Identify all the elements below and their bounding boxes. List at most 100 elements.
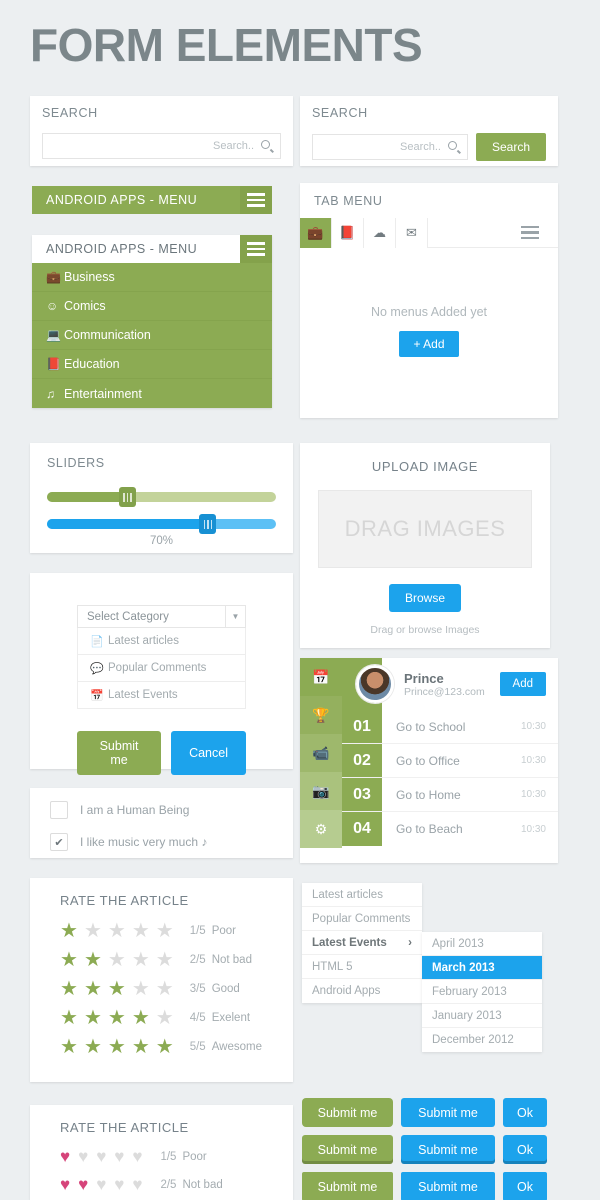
heart-rating-row[interactable]: ♥ ♥ ♥ ♥ ♥ 2/5 Not bad (60, 1176, 263, 1193)
hamburger-icon[interactable] (240, 186, 272, 214)
ok-button[interactable]: Ok (503, 1172, 547, 1200)
menu-item-business[interactable]: 💼 Business (32, 263, 272, 292)
select-option-latest-articles[interactable]: 📄 Latest articles (77, 628, 246, 655)
star-icon[interactable]: ★ (108, 921, 126, 941)
heart-icon[interactable]: ♥ (96, 1148, 106, 1165)
star-icon[interactable]: ★ (84, 1037, 102, 1057)
android-menu-header-2[interactable]: ANDROID APPS - MENU (32, 235, 272, 263)
star-icon[interactable]: ★ (132, 979, 150, 999)
star-icon[interactable]: ★ (156, 979, 174, 999)
task-row[interactable]: 04 Go to Beach 10:30 (342, 812, 558, 846)
submit-me-button[interactable]: Submit me (302, 1098, 393, 1127)
dropdown-item-latest-events[interactable]: Latest Events › (302, 931, 422, 955)
ok-button[interactable]: Ok (503, 1098, 547, 1127)
submenu-item-march-2013[interactable]: March 2013 (422, 956, 542, 980)
heart-icon[interactable]: ♥ (114, 1148, 124, 1165)
add-contact-button[interactable]: Add (499, 672, 546, 696)
dropdown-item-popular-comments[interactable]: Popular Comments (302, 907, 422, 931)
submit-me-button[interactable]: Submit me (77, 731, 162, 775)
ok-button[interactable]: Ok (503, 1135, 547, 1164)
star-icon[interactable]: ★ (108, 950, 126, 970)
tab-cloud-upload[interactable]: ☁ (364, 218, 396, 248)
star-icon[interactable]: ★ (132, 1008, 150, 1028)
drop-zone[interactable]: DRAG IMAGES (318, 490, 532, 568)
submenu-item-april-2013[interactable]: April 2013 (422, 932, 542, 956)
dropdown-item-android-apps[interactable]: Android Apps (302, 979, 422, 1003)
heart-icon[interactable]: ♥ (78, 1148, 88, 1165)
browse-button[interactable]: Browse (388, 584, 461, 612)
checkbox-music[interactable]: ✔ (50, 833, 68, 851)
select-option-latest-events[interactable]: 📅 Latest Events (77, 682, 246, 709)
star-icon[interactable]: ★ (84, 950, 102, 970)
star-rating-row[interactable]: ★ ★ ★ ★ ★ 5/5 Awesome (60, 1037, 263, 1057)
heart-icon[interactable]: ♥ (60, 1176, 70, 1193)
star-icon[interactable]: ★ (60, 950, 78, 970)
submit-me-button[interactable]: Submit me (302, 1135, 393, 1164)
trophy-icon[interactable]: 🏆 (300, 696, 342, 734)
search-icon[interactable] (261, 139, 274, 153)
add-button[interactable]: + Add (399, 330, 459, 357)
search-icon-2[interactable] (447, 140, 461, 154)
task-row[interactable]: 03 Go to Home 10:30 (342, 778, 558, 812)
hamburger-icon-2[interactable] (240, 235, 272, 263)
dropdown-item-latest-articles[interactable]: Latest articles (302, 883, 422, 907)
slider-blue-handle[interactable] (199, 514, 217, 534)
checkbox-row-music[interactable]: ✔ I like music very much ♪ (50, 833, 273, 851)
star-icon[interactable]: ★ (156, 921, 174, 941)
hamburger-icon-3[interactable] (514, 219, 546, 247)
video-camera-icon[interactable]: 📹 (300, 734, 342, 772)
calendar-icon[interactable]: 📅 (300, 658, 342, 696)
star-icon[interactable]: ★ (108, 1037, 126, 1057)
star-icon[interactable]: ★ (84, 979, 102, 999)
star-icon[interactable]: ★ (156, 1008, 174, 1028)
android-menu-header[interactable]: ANDROID APPS - MENU (32, 186, 272, 214)
task-row[interactable]: 02 Go to Office 10:30 (342, 744, 558, 778)
tab-book[interactable]: 📕 (332, 218, 364, 248)
star-rating-row[interactable]: ★ ★ ★ ★ ★ 3/5 Good (60, 979, 263, 999)
tab-envelope[interactable]: ✉ (396, 218, 428, 248)
heart-icon[interactable]: ♥ (96, 1176, 106, 1193)
tab-briefcase[interactable]: 💼 (300, 218, 332, 248)
checkbox-row-human[interactable]: I am a Human Being (50, 801, 273, 819)
submit-me-button[interactable]: Submit me (401, 1098, 495, 1127)
star-icon[interactable]: ★ (60, 979, 78, 999)
star-rating-row[interactable]: ★ ★ ★ ★ ★ 4/5 Exelent (60, 1008, 263, 1028)
star-icon[interactable]: ★ (108, 979, 126, 999)
submit-me-button[interactable]: Submit me (302, 1172, 393, 1200)
star-icon[interactable]: ★ (60, 1008, 78, 1028)
heart-rating-row[interactable]: ♥ ♥ ♥ ♥ ♥ 1/5 Poor (60, 1148, 263, 1165)
star-icon[interactable]: ★ (156, 950, 174, 970)
search-input[interactable]: Search.. (42, 133, 281, 159)
heart-icon[interactable]: ♥ (132, 1148, 142, 1165)
star-icon[interactable]: ★ (60, 921, 78, 941)
heart-icon[interactable]: ♥ (60, 1148, 70, 1165)
heart-icon[interactable]: ♥ (132, 1176, 142, 1193)
heart-icon[interactable]: ♥ (114, 1176, 124, 1193)
star-icon[interactable]: ★ (84, 1008, 102, 1028)
slider-blue[interactable] (47, 514, 276, 534)
cancel-button[interactable]: Cancel (171, 731, 246, 775)
heart-icon[interactable]: ♥ (78, 1176, 88, 1193)
chevron-down-icon[interactable]: ▼ (225, 606, 245, 627)
gear-icon[interactable]: ⚙ (300, 810, 342, 848)
search-button[interactable]: Search (475, 133, 546, 161)
star-icon[interactable]: ★ (156, 1037, 174, 1057)
search-input-2[interactable]: Search.. (312, 134, 468, 160)
star-icon[interactable]: ★ (84, 921, 102, 941)
menu-item-entertainment[interactable]: ♫ Entertainment (32, 379, 272, 408)
submit-me-button[interactable]: Submit me (401, 1172, 495, 1200)
star-rating-row[interactable]: ★ ★ ★ ★ ★ 1/5 Poor (60, 921, 263, 941)
submenu-item-december-2012[interactable]: December 2012 (422, 1028, 542, 1052)
submenu-item-february-2013[interactable]: February 2013 (422, 980, 542, 1004)
menu-item-communication[interactable]: 💻 Communication (32, 321, 272, 350)
star-icon[interactable]: ★ (132, 921, 150, 941)
star-icon[interactable]: ★ (108, 1008, 126, 1028)
star-icon[interactable]: ★ (132, 950, 150, 970)
star-rating-row[interactable]: ★ ★ ★ ★ ★ 2/5 Not bad (60, 950, 263, 970)
select-category[interactable]: Select Category ▼ (77, 605, 246, 628)
select-option-popular-comments[interactable]: 💬 Popular Comments (77, 655, 246, 682)
submit-me-button[interactable]: Submit me (401, 1135, 495, 1164)
star-icon[interactable]: ★ (60, 1037, 78, 1057)
checkbox-human[interactable] (50, 801, 68, 819)
menu-item-comics[interactable]: ☺ Comics (32, 292, 272, 321)
